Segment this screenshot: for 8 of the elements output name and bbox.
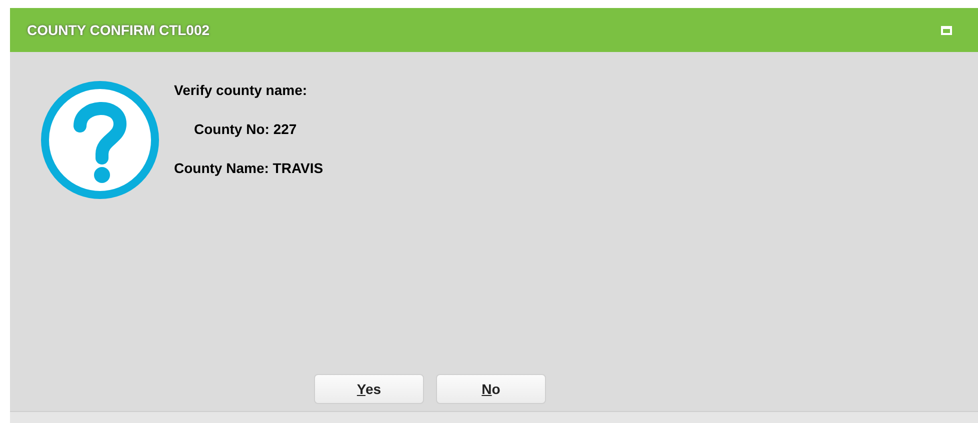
dialog-button[interactable]: Yes [314, 374, 424, 404]
message-heading: Verify county name: [174, 81, 308, 100]
message-line: County No: 227 [193, 120, 297, 139]
maximize-icon[interactable] [941, 26, 952, 34]
window-title: COUNTY CONFIRM CTL002 [27, 20, 210, 40]
question-mark-icon [40, 80, 160, 200]
message-line: County Name: TRAVIS [174, 159, 324, 178]
dialog-button[interactable]: No [436, 374, 546, 404]
